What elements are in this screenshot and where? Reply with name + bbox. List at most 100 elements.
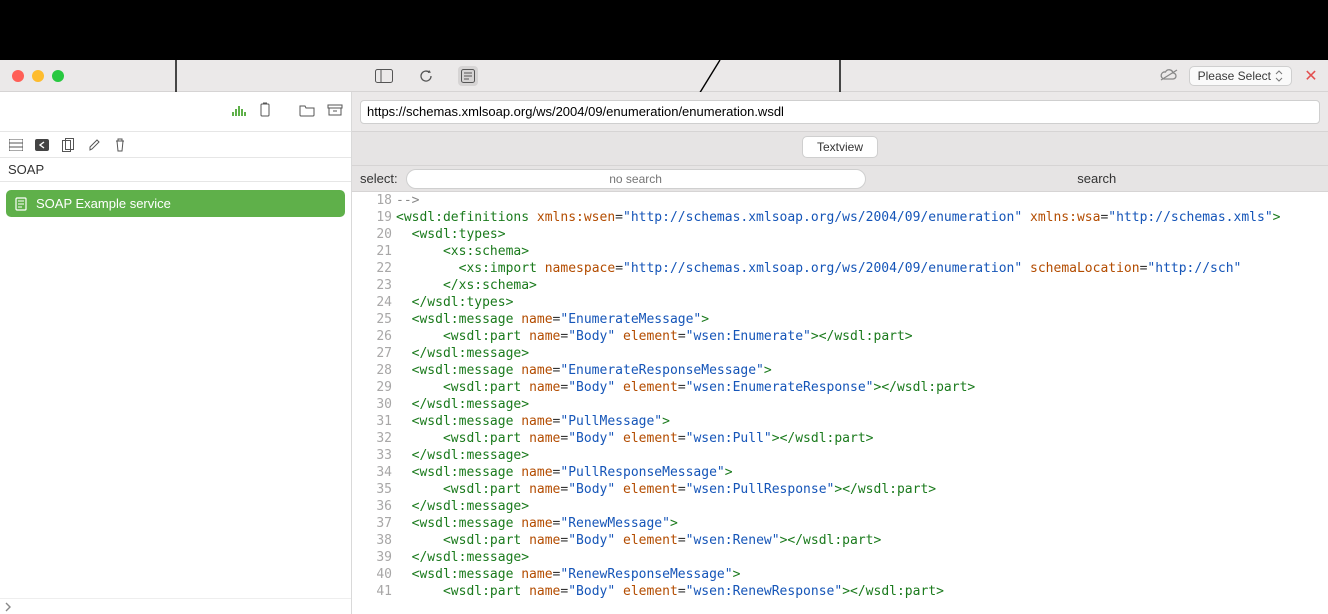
code-text: <wsdl:message name="RenewMessage"> xyxy=(396,515,678,532)
code-line: 27 </wsdl:message> xyxy=(352,345,1328,362)
code-line: 29 <wsdl:part name="Body" element="wsen:… xyxy=(352,379,1328,396)
line-number: 29 xyxy=(352,379,396,396)
zoom-window-button[interactable] xyxy=(52,70,64,82)
cloud-off-icon[interactable] xyxy=(1159,68,1179,85)
code-line: 38 <wsdl:part name="Body" element="wsen:… xyxy=(352,532,1328,549)
code-text: <wsdl:part name="Body" element="wsen:Ren… xyxy=(396,532,881,549)
trash-icon[interactable] xyxy=(112,137,128,153)
updown-icon xyxy=(1275,70,1283,82)
line-number: 20 xyxy=(352,226,396,243)
line-number: 19 xyxy=(352,209,396,226)
code-text: </wsdl:message> xyxy=(396,396,529,413)
code-text: </wsdl:message> xyxy=(396,447,529,464)
code-line: 37 <wsdl:message name="RenewMessage"> xyxy=(352,515,1328,532)
copy-icon[interactable] xyxy=(60,137,76,153)
code-text: </xs:schema> xyxy=(396,277,537,294)
code-text: </wsdl:types> xyxy=(396,294,513,311)
environment-select[interactable]: Please Select xyxy=(1189,66,1292,86)
line-number: 39 xyxy=(352,549,396,566)
code-text: <wsdl:part name="Body" element="wsen:Enu… xyxy=(396,379,975,396)
list-icon[interactable] xyxy=(8,137,24,153)
view-tabbar: Textview xyxy=(352,132,1328,166)
search-label[interactable]: search xyxy=(866,171,1328,186)
code-line: 31 <wsdl:message name="PullMessage"> xyxy=(352,413,1328,430)
line-number: 22 xyxy=(352,260,396,277)
sidebar: SOAP SOAP Example service xyxy=(0,92,352,614)
chevron-right-icon[interactable] xyxy=(4,602,12,612)
code-text: <wsdl:message name="EnumerateMessage"> xyxy=(396,311,709,328)
main-toolbar xyxy=(368,60,478,92)
code-text: </wsdl:message> xyxy=(396,549,529,566)
line-number: 21 xyxy=(352,243,396,260)
edit-icon[interactable] xyxy=(86,137,102,153)
code-line: 39 </wsdl:message> xyxy=(352,549,1328,566)
refresh-icon[interactable] xyxy=(416,66,436,86)
code-text: </wsdl:message> xyxy=(396,345,529,362)
line-number: 31 xyxy=(352,413,396,430)
line-number: 23 xyxy=(352,277,396,294)
code-text: <xs:schema> xyxy=(396,243,529,260)
code-line: 40 <wsdl:message name="RenewResponseMess… xyxy=(352,566,1328,583)
line-number: 24 xyxy=(352,294,396,311)
textview-icon[interactable] xyxy=(458,66,478,86)
code-line: 18--> xyxy=(352,192,1328,209)
app-window: Please Select ✕ xyxy=(0,60,1328,614)
sidebar-item-soap-example[interactable]: SOAP Example service xyxy=(6,190,345,217)
archive-icon[interactable] xyxy=(327,103,343,120)
code-line: 26 <wsdl:part name="Body" element="wsen:… xyxy=(352,328,1328,345)
sidebar-footer xyxy=(0,598,351,614)
window-titlebar: Please Select ✕ xyxy=(0,60,1328,92)
code-text: </wsdl:message> xyxy=(396,498,529,515)
code-viewer[interactable]: 18-->19<wsdl:definitions xmlns:wsen="htt… xyxy=(352,192,1328,614)
line-number: 26 xyxy=(352,328,396,345)
url-input[interactable] xyxy=(360,100,1320,124)
code-text: <wsdl:part name="Body" element="wsen:Pul… xyxy=(396,430,873,447)
code-line: 30 </wsdl:message> xyxy=(352,396,1328,413)
code-line: 21 <xs:schema> xyxy=(352,243,1328,260)
url-row xyxy=(352,92,1328,132)
code-text: <wsdl:types> xyxy=(396,226,506,243)
sidebar-item-label: SOAP Example service xyxy=(36,196,171,211)
line-number: 32 xyxy=(352,430,396,447)
code-line: 20 <wsdl:types> xyxy=(352,226,1328,243)
minimize-window-button[interactable] xyxy=(32,70,44,82)
select-input[interactable] xyxy=(406,169,866,189)
code-line: 32 <wsdl:part name="Body" element="wsen:… xyxy=(352,430,1328,447)
code-text: <wsdl:message name="RenewResponseMessage… xyxy=(396,566,740,583)
sidebar-toggle-icon[interactable] xyxy=(374,66,394,86)
line-number: 37 xyxy=(352,515,396,532)
code-text: <xs:import namespace="http://schemas.xml… xyxy=(396,260,1241,277)
back-icon[interactable] xyxy=(34,137,50,153)
search-row: select: search xyxy=(352,166,1328,192)
code-text: <wsdl:part name="Body" element="wsen:Enu… xyxy=(396,328,913,345)
code-line: 24 </wsdl:types> xyxy=(352,294,1328,311)
signal-icon[interactable] xyxy=(231,103,247,120)
close-x-icon[interactable]: ✕ xyxy=(1302,66,1320,86)
close-window-button[interactable] xyxy=(12,70,24,82)
line-number: 33 xyxy=(352,447,396,464)
code-text: <wsdl:message name="PullResponseMessage"… xyxy=(396,464,733,481)
battery-icon[interactable] xyxy=(259,102,271,121)
letterbox-top xyxy=(0,0,1328,60)
line-number: 40 xyxy=(352,566,396,583)
line-number: 27 xyxy=(352,345,396,362)
sidebar-section-header: SOAP xyxy=(0,158,351,182)
tab-label: Textview xyxy=(817,140,863,154)
tab-textview[interactable]: Textview xyxy=(802,136,878,158)
toolbar-right: Please Select ✕ xyxy=(1159,60,1320,92)
code-line: 28 <wsdl:message name="EnumerateResponse… xyxy=(352,362,1328,379)
code-line: 25 <wsdl:message name="EnumerateMessage"… xyxy=(352,311,1328,328)
sidebar-header-icons xyxy=(0,92,351,132)
code-text: <wsdl:part name="Body" element="wsen:Pul… xyxy=(396,481,936,498)
window-traffic-lights xyxy=(0,70,64,82)
code-text: <wsdl:part name="Body" element="wsen:Ren… xyxy=(396,583,944,600)
line-number: 38 xyxy=(352,532,396,549)
line-number: 30 xyxy=(352,396,396,413)
folder-icon[interactable] xyxy=(299,103,315,120)
code-line: 36 </wsdl:message> xyxy=(352,498,1328,515)
main-panel: Textview select: search 18-->19<wsdl:def… xyxy=(352,92,1328,614)
code-line: 33 </wsdl:message> xyxy=(352,447,1328,464)
code-line: 34 <wsdl:message name="PullResponseMessa… xyxy=(352,464,1328,481)
sidebar-list: SOAP Example service xyxy=(0,182,351,225)
code-text: <wsdl:message name="PullMessage"> xyxy=(396,413,670,430)
